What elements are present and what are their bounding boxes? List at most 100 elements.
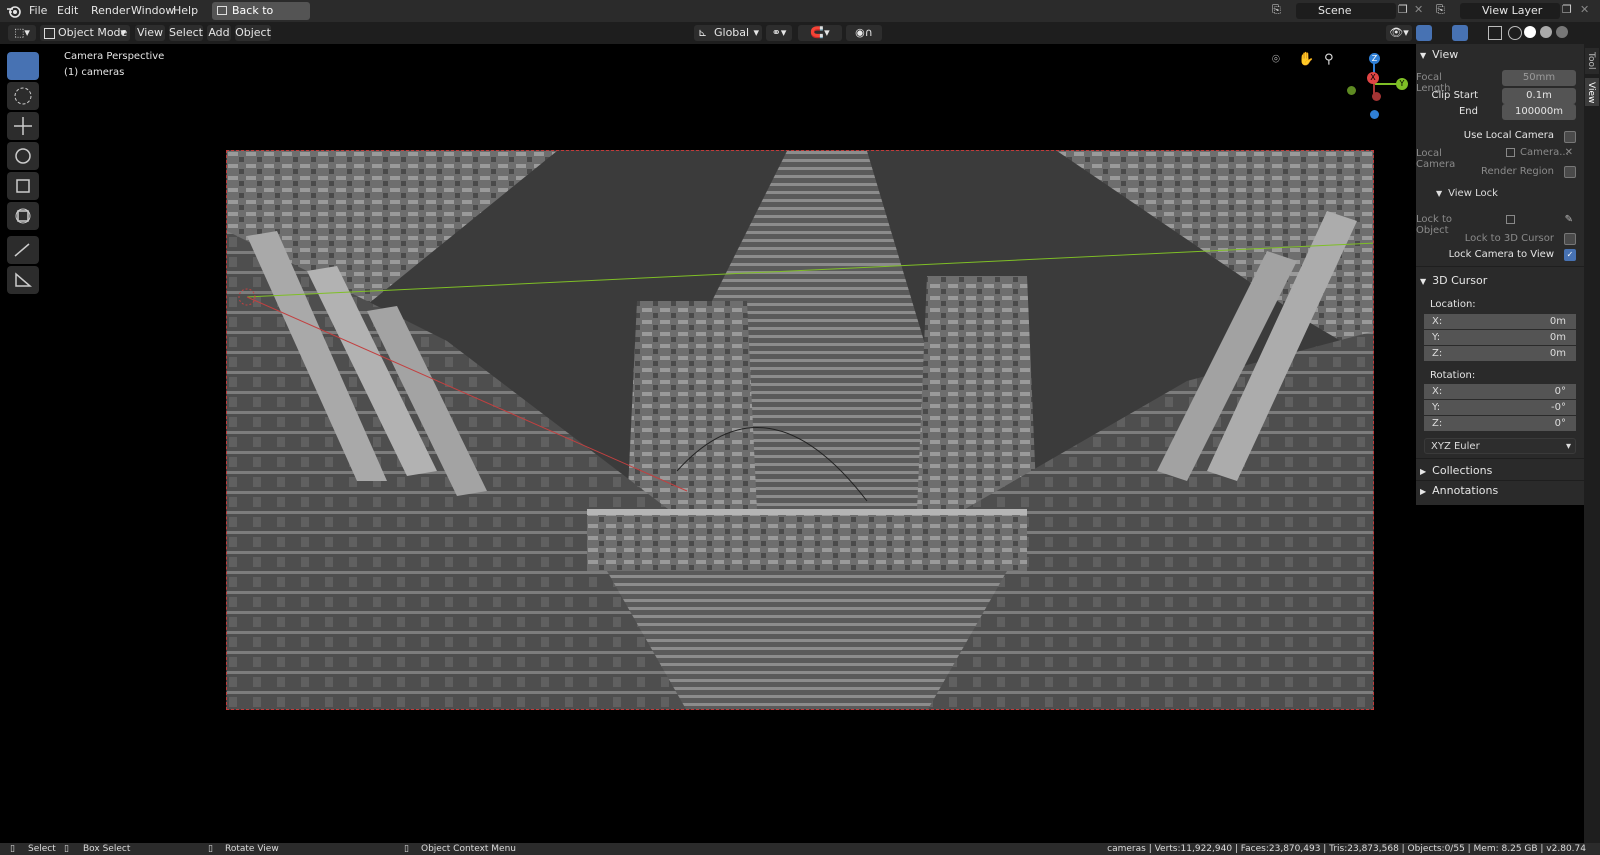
scene-browse-icon[interactable]: ⎘ — [1272, 3, 1294, 19]
back-to-previous-button[interactable]: Back to Previous — [212, 2, 310, 35]
transform-tool-icon[interactable] — [7, 202, 39, 230]
navigation-gizmo[interactable]: Z Y X — [1338, 50, 1408, 120]
gizmo-neg-y-icon[interactable] — [1347, 86, 1356, 95]
clear-local-camera-icon[interactable]: ✕ — [1565, 145, 1573, 161]
mouse-left-icon: ▯ — [10, 844, 15, 854]
rendered-shading-icon[interactable] — [1556, 26, 1568, 38]
lock-to-cursor-checkbox[interactable] — [1564, 233, 1576, 245]
view-layer-browse-icon[interactable]: ⎘ — [1436, 3, 1458, 19]
clip-start-field[interactable]: 0.1m — [1502, 88, 1576, 104]
proportional-edit-icon[interactable]: ◉∩ — [846, 25, 882, 41]
view-section-title: View — [1432, 48, 1459, 61]
focal-length-field[interactable]: 50mm — [1502, 70, 1576, 86]
local-camera-value: Camera... — [1520, 147, 1569, 158]
menu-view[interactable]: View — [135, 25, 165, 41]
overlay-toggle-icon[interactable] — [1452, 25, 1468, 41]
lock-camera-label: Lock Camera to View — [1448, 249, 1554, 260]
menu-render[interactable]: Render — [91, 3, 130, 19]
gizmo-toggle-icon[interactable] — [1416, 25, 1432, 41]
location-y-field[interactable]: Y: 0m — [1424, 330, 1576, 345]
menu-add[interactable]: Add — [207, 25, 231, 41]
camera-view-icon[interactable]: ⌾ — [1272, 52, 1292, 72]
editor-type-icon[interactable]: ⬚▾ — [8, 25, 36, 41]
menu-help[interactable]: Help — [173, 3, 198, 19]
tab-view-label: View — [1586, 82, 1596, 104]
location-x-field[interactable]: X: 0m — [1424, 314, 1576, 329]
collections-section-header[interactable]: ▶ Collections — [1420, 462, 1580, 480]
snap-icon[interactable]: 🧲▾ — [798, 25, 842, 41]
tab-view[interactable]: View — [1585, 78, 1599, 106]
xray-icon[interactable] — [1488, 26, 1502, 40]
blender-logo-icon[interactable] — [6, 3, 22, 19]
render-region-checkbox[interactable] — [1564, 166, 1576, 178]
3d-cursor-title: 3D Cursor — [1432, 274, 1488, 287]
rotation-mode-dropdown[interactable]: XYZ Euler ▾ — [1424, 438, 1576, 454]
local-camera-field[interactable]: Camera... ✕ — [1502, 145, 1576, 161]
render-region-label: Render Region — [1480, 166, 1554, 177]
delete-scene-icon[interactable]: ✕ — [1414, 3, 1426, 19]
chevron-down-icon: ▾ — [120, 26, 126, 39]
menu-edit[interactable]: Edit — [57, 3, 78, 19]
chevron-down-icon: ▼ — [1420, 51, 1427, 60]
lock-camera-checkbox[interactable]: ✓ — [1564, 249, 1576, 261]
lock-to-object-field[interactable]: ✎ — [1502, 212, 1576, 228]
perspective-label: Camera Perspective — [64, 51, 165, 62]
rotation-x-field[interactable]: X: 0° — [1424, 384, 1576, 399]
menu-file[interactable]: File — [29, 3, 47, 19]
object-mode-dropdown[interactable]: Object Mode ▾ — [40, 25, 130, 41]
rotation-x-label: X: — [1432, 386, 1443, 397]
annotate-tool-icon[interactable] — [7, 236, 39, 264]
rotation-y-field[interactable]: Y: -0° — [1424, 400, 1576, 415]
top-menu-bar: File Edit Render Window Help Back to Pre… — [0, 0, 1600, 35]
gizmo-x-icon[interactable]: X — [1367, 72, 1379, 84]
wireframe-shading-icon[interactable] — [1508, 26, 1522, 40]
new-view-layer-icon[interactable]: ❐ — [1562, 3, 1576, 19]
3d-cursor-section-header[interactable]: ▼ 3D Cursor — [1420, 272, 1580, 290]
annotations-section-header[interactable]: ▶ Annotations — [1420, 482, 1580, 500]
solid-shading-icon[interactable] — [1524, 26, 1536, 38]
new-scene-icon[interactable]: ❐ — [1398, 3, 1412, 19]
chevron-down-icon: ▾ — [1565, 441, 1571, 452]
gizmo-y-icon[interactable]: Y — [1396, 78, 1408, 90]
annotations-title: Annotations — [1432, 484, 1499, 497]
location-z-field[interactable]: Z: 0m — [1424, 346, 1576, 361]
pan-hand-icon[interactable]: ✋ — [1298, 52, 1318, 72]
scale-tool-icon[interactable] — [7, 172, 39, 200]
material-shading-icon[interactable] — [1540, 26, 1552, 38]
tab-tool[interactable]: Tool — [1585, 48, 1599, 74]
view-section-header[interactable]: ▼ View — [1420, 46, 1580, 64]
rotate-tool-icon[interactable] — [7, 142, 39, 170]
use-local-camera-checkbox[interactable] — [1564, 131, 1576, 143]
transform-orientation-dropdown[interactable]: ⊾ Global ▾ — [694, 25, 762, 41]
view-lock-subsection-header[interactable]: ▼ View Lock — [1436, 186, 1576, 202]
status-box-select: Box Select — [83, 844, 131, 854]
3d-viewport[interactable]: Camera Perspective (1) cameras ⌾ ✋ ⚲ Z Y… — [0, 44, 1416, 843]
gizmo-z-icon[interactable]: Z — [1369, 53, 1380, 64]
status-rotate-view: Rotate View — [225, 844, 279, 854]
gizmo-neg-x-icon[interactable] — [1372, 92, 1381, 101]
view-layer-field[interactable]: View Layer — [1460, 3, 1560, 19]
select-box-tool-icon[interactable] — [7, 52, 39, 80]
rotation-z-field[interactable]: Z: 0° — [1424, 416, 1576, 431]
pivot-point-icon[interactable]: ⚭▾ — [766, 25, 792, 41]
eyedropper-icon[interactable]: ✎ — [1565, 212, 1573, 228]
view-layer-name: View Layer — [1482, 4, 1543, 17]
menu-window[interactable]: Window — [131, 3, 174, 19]
move-tool-icon[interactable] — [7, 112, 39, 140]
mouse-drag-icon: ▯ — [64, 844, 69, 854]
object-mode-icon — [44, 28, 55, 39]
cursor-tool-icon[interactable] — [7, 82, 39, 110]
measure-tool-icon[interactable] — [7, 266, 39, 294]
clip-end-field[interactable]: 100000m — [1502, 104, 1576, 120]
local-camera-label: Local Camera — [1416, 148, 1456, 170]
menu-select[interactable]: Select — [169, 25, 203, 41]
location-y-value: 0m — [1549, 332, 1566, 343]
gizmo-neg-z-icon[interactable] — [1370, 110, 1379, 119]
chevron-down-icon: ▼ — [1436, 189, 1443, 198]
menu-object[interactable]: Object — [235, 25, 271, 41]
scene-field[interactable]: Scene — [1296, 3, 1396, 19]
object-icon — [1506, 215, 1515, 224]
status-select: Select — [28, 844, 56, 854]
delete-view-layer-icon[interactable]: ✕ — [1580, 3, 1592, 19]
visibility-icon[interactable]: 👁▾ — [1386, 25, 1412, 41]
